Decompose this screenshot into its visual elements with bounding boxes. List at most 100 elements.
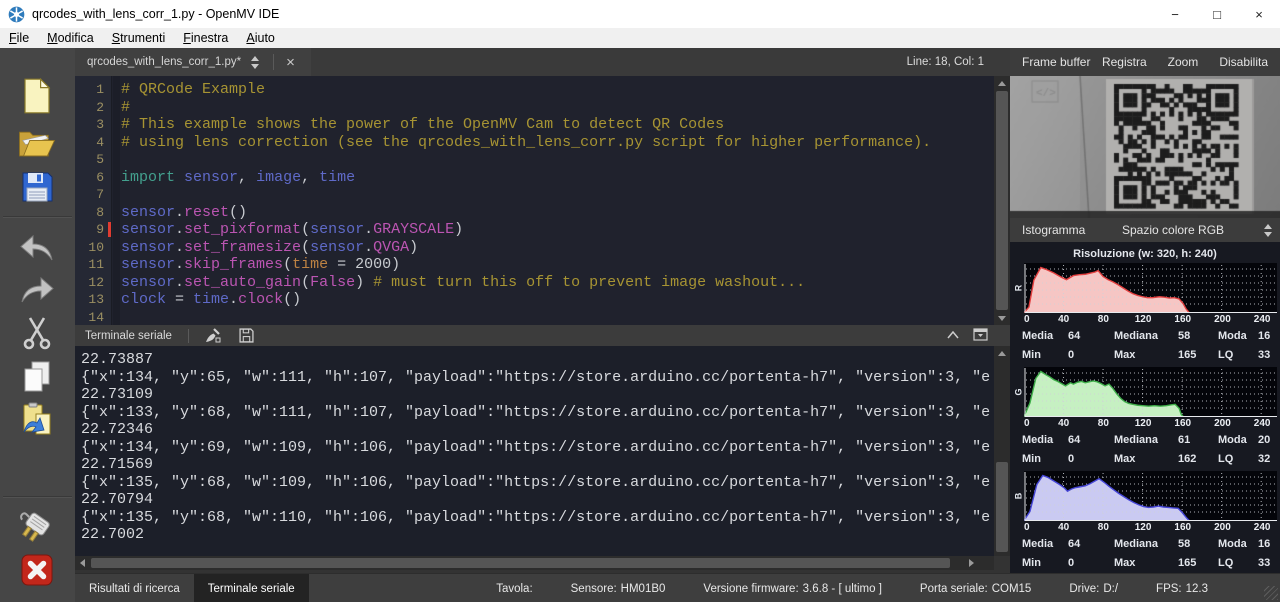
dock-terminal-button[interactable] (973, 328, 988, 344)
histogram-channels: R04080120160200240Media64Mediana58Moda16… (1010, 263, 1280, 573)
stat-value: 20 (1258, 431, 1280, 450)
line-number: 5 (75, 151, 111, 169)
terminal-output[interactable]: 22.73887{"x":134, "y":65, "w":111, "h":1… (75, 346, 994, 556)
axis-tick: 40 (1058, 314, 1069, 325)
save-icon (20, 170, 54, 204)
axis-tick: 160 (1174, 314, 1191, 325)
save-file-button[interactable] (8, 165, 66, 209)
channel-label: B (1013, 471, 1024, 521)
status-label: Versione firmware: (703, 583, 798, 595)
cursor-line-marker (108, 222, 111, 237)
zoom-button[interactable]: Zoom (1168, 55, 1199, 69)
maximize-button[interactable]: □ (1196, 0, 1238, 28)
new-file-icon (22, 78, 52, 114)
resize-grip[interactable] (1264, 586, 1278, 600)
terminal-line: {"x":134, "y":69, "w":109, "h":106, "pay… (81, 439, 994, 457)
tab-spinner-icon[interactable] (251, 56, 259, 69)
status-value: 12.3 (1186, 583, 1208, 595)
status-value: COM15 (992, 583, 1032, 595)
connect-button[interactable] (8, 505, 66, 549)
code-line: import sensor, image, time (121, 169, 994, 187)
line-number: 13 (75, 291, 111, 309)
undo-button[interactable] (8, 226, 66, 270)
channel-label: R (1013, 263, 1024, 313)
cut-button[interactable] (8, 311, 66, 355)
terminal-vscrollbar[interactable] (994, 346, 1010, 556)
stat-value: 16 (1258, 535, 1280, 554)
axis-tick: 40 (1058, 418, 1069, 429)
status-label: FPS: (1156, 583, 1182, 595)
status-item: Drive:D:/ (1069, 583, 1118, 595)
code-lines: # QRCode Example## This example shows th… (121, 76, 994, 325)
tab-risultati-di-ricerca[interactable]: Risultati di ricerca (75, 574, 194, 602)
redo-button[interactable] (8, 268, 66, 312)
stat-label: Min (1022, 554, 1068, 573)
clear-terminal-button[interactable] (195, 328, 230, 344)
menu-file[interactable]: File (0, 29, 38, 48)
line-number: 7 (75, 186, 111, 204)
tab-qrcodes-script[interactable]: qrcodes_with_lens_corr_1.py* × (75, 48, 311, 76)
colorspace-spinner-icon[interactable] (1264, 224, 1272, 237)
stat-value: 61 (1178, 431, 1218, 450)
colorspace-select[interactable]: Spazio colore RGB (1122, 223, 1254, 237)
channel-axis: 04080120160200240 (1024, 521, 1277, 535)
line-number: 2 (75, 99, 111, 117)
scroll-up-icon[interactable] (994, 346, 1010, 360)
stat-value: 58 (1178, 327, 1218, 346)
editor-vscrollbar[interactable] (994, 76, 1010, 325)
stat-label: Max (1114, 554, 1178, 573)
right-panel: Frame buffer Registra Zoom Disabilita Is… (1010, 48, 1280, 573)
open-file-button[interactable] (8, 120, 66, 164)
new-file-button[interactable] (8, 74, 66, 118)
copy-button[interactable] (8, 355, 66, 399)
editor-tab-bar: qrcodes_with_lens_corr_1.py* × Line: 18,… (75, 48, 1010, 76)
code-line: sensor.reset() (121, 204, 994, 222)
code-editor[interactable]: 1234567891011121314 # QRCode Example## T… (75, 76, 1010, 325)
paste-icon (20, 402, 54, 438)
terminal-line: 22.72346 (81, 421, 994, 439)
terminal-line: {"x":134, "y":65, "w":111, "h":107, "pay… (81, 369, 994, 387)
stat-label: Moda (1218, 327, 1258, 346)
scroll-up-icon[interactable] (994, 76, 1010, 90)
histogram-channel-g: G04080120160200240Media64Mediana61Moda20… (1013, 367, 1277, 469)
close-button[interactable]: × (1238, 0, 1280, 28)
axis-tick: 120 (1135, 418, 1152, 429)
scissors-icon (22, 316, 52, 350)
disabilita-button[interactable]: Disabilita (1219, 55, 1268, 69)
stat-label: Mediana (1114, 431, 1178, 450)
paste-button[interactable] (8, 398, 66, 442)
minimize-button[interactable]: − (1154, 0, 1196, 28)
channel-label: G (1013, 367, 1024, 417)
channel-plot (1024, 263, 1277, 313)
tab-terminale-seriale[interactable]: Terminale seriale (194, 574, 309, 602)
save-log-button[interactable] (230, 328, 263, 343)
scroll-left-icon[interactable] (75, 556, 89, 570)
axis-tick: 0 (1024, 522, 1030, 533)
terminal-line: 22.70794 (81, 491, 994, 509)
axis-tick: 80 (1098, 314, 1109, 325)
registra-button[interactable]: Registra (1102, 55, 1147, 69)
scroll-thumb[interactable] (91, 558, 950, 568)
code-line: sensor.set_auto_gain(False) # must turn … (121, 274, 994, 292)
code-line (121, 186, 994, 204)
scroll-right-icon[interactable] (964, 556, 978, 570)
terminal-hscrollbar[interactable] (75, 556, 994, 570)
scroll-down-icon[interactable] (994, 311, 1010, 325)
menu-modifica[interactable]: Modifica (38, 29, 103, 48)
terminal-title: Terminale seriale (75, 330, 182, 342)
scroll-thumb[interactable] (996, 91, 1008, 310)
scroll-thumb[interactable] (996, 462, 1008, 553)
stat-value: 162 (1178, 450, 1218, 469)
tab-close-icon[interactable]: × (278, 54, 303, 71)
status-item: Sensore:HM01B0 (571, 583, 666, 595)
stop-button[interactable] (8, 548, 66, 592)
axis-tick: 200 (1214, 418, 1231, 429)
channel-stats: Media64Mediana58Moda16StDev39Min0Max165L… (1013, 535, 1277, 573)
collapse-terminal-button[interactable] (947, 330, 959, 342)
frame-buffer-title: Frame buffer (1010, 55, 1090, 69)
menu-aiuto[interactable]: Aiuto (237, 29, 284, 48)
frame-buffer-image (1010, 76, 1280, 218)
code-line: # QRCode Example (121, 81, 994, 99)
menu-finestra[interactable]: Finestra (174, 29, 237, 48)
menu-strumenti[interactable]: Strumenti (103, 29, 175, 48)
